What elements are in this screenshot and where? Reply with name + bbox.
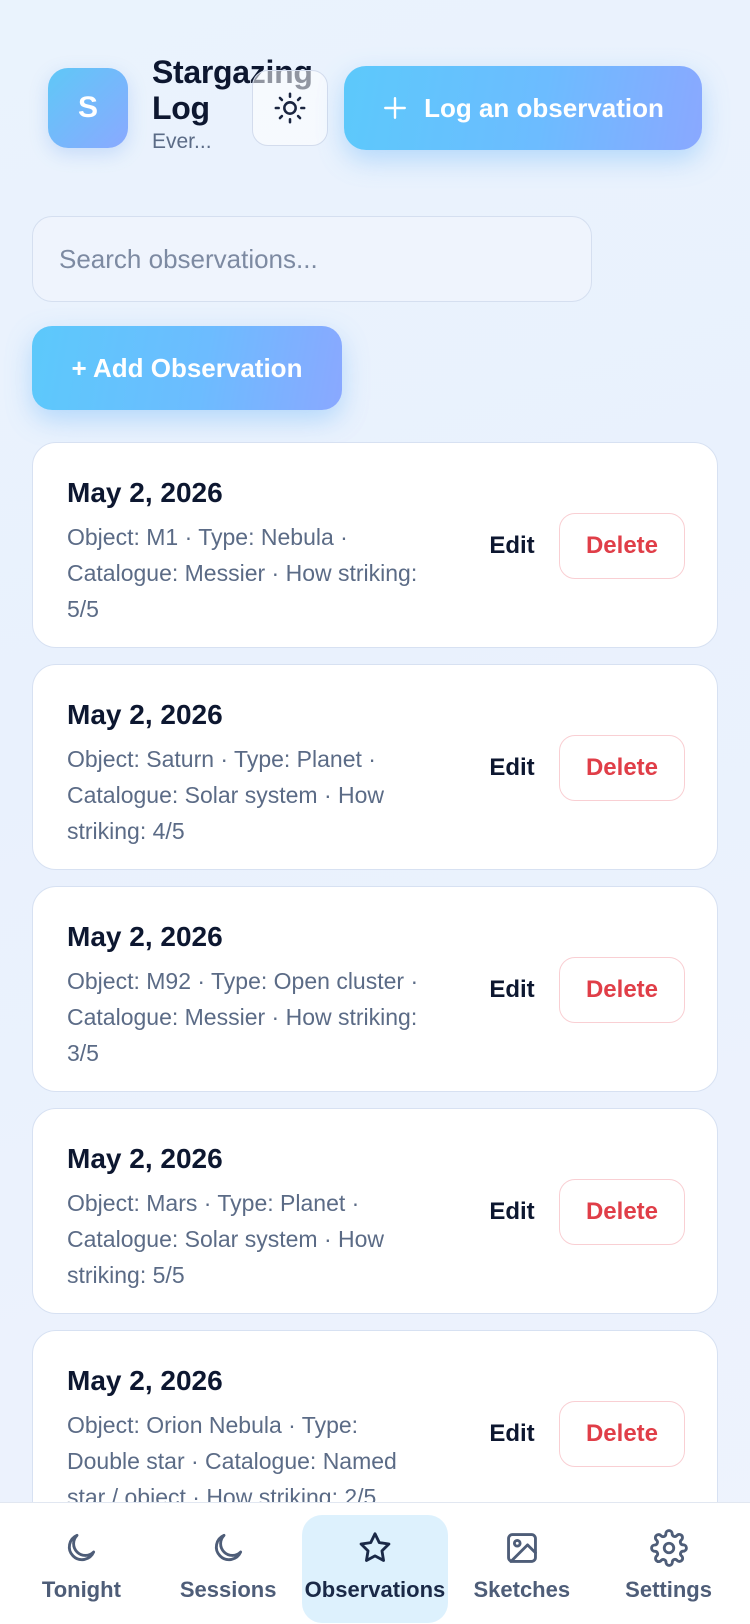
- observation-date: May 2, 2026: [67, 921, 223, 952]
- app-subtitle: Ever...: [152, 130, 212, 153]
- gear-icon: [649, 1529, 688, 1567]
- edit-button[interactable]: Edit: [473, 521, 551, 571]
- observation-details: Object: M1 · Type: Nebula · Catalogue: M…: [67, 524, 418, 622]
- observation-details: Object: Mars · Type: Planet · Catalogue:…: [67, 1190, 385, 1288]
- moon-icon: [215, 1533, 243, 1562]
- observation-details: Object: Orion Nebula · Type: Double star…: [67, 1412, 397, 1510]
- delete-button[interactable]: Delete: [559, 957, 685, 1023]
- search-input[interactable]: [32, 216, 592, 302]
- tab-sessions[interactable]: Sessions: [155, 1515, 301, 1623]
- bottom-tab-bar: Tonight Sessions Observations Sketches Setti…: [0, 1502, 750, 1624]
- avatar[interactable]: S: [48, 68, 128, 148]
- delete-button[interactable]: Delete: [559, 1401, 685, 1467]
- delete-button[interactable]: Delete: [559, 1179, 685, 1245]
- delete-button[interactable]: Delete: [559, 513, 685, 579]
- log-observation-label: Log an observation: [424, 92, 664, 123]
- tab-label: Tonight: [41, 1577, 121, 1602]
- edit-button[interactable]: Edit: [473, 1187, 551, 1237]
- observation-date: May 2, 2026: [67, 1143, 223, 1174]
- tab-label: Observations: [304, 1577, 446, 1602]
- log-observation-button[interactable]: Log an observation: [344, 66, 702, 150]
- observation-details: Object: Saturn · Type: Planet · Catalogu…: [67, 746, 385, 844]
- moon-icon: [68, 1533, 96, 1562]
- add-observation-button[interactable]: + Add Observation: [32, 326, 342, 410]
- edit-button[interactable]: Edit: [473, 965, 551, 1015]
- app-header: S Stargazing Log Ever... Log an observat…: [0, 0, 750, 190]
- observation-date: May 2, 2026: [67, 699, 223, 730]
- star-icon: [359, 1532, 391, 1562]
- tab-sketches[interactable]: Sketches: [449, 1515, 595, 1623]
- observation-list: May 2, 2026 Object: M1 · Type: Nebula · C…: [32, 442, 718, 1552]
- observation-card[interactable]: May 2, 2026 Object: Mars · Type: Planet ·…: [32, 1108, 718, 1314]
- edit-button[interactable]: Edit: [473, 1409, 551, 1459]
- tab-label: Settings: [625, 1577, 712, 1602]
- tab-settings[interactable]: Settings: [596, 1515, 742, 1623]
- observation-card[interactable]: May 2, 2026 Object: Saturn · Type: Planet…: [32, 664, 718, 870]
- tab-observations[interactable]: Observations: [301, 1515, 448, 1623]
- tab-label: Sketches: [473, 1577, 571, 1602]
- observation-date: May 2, 2026: [67, 477, 223, 508]
- observation-date: May 2, 2026: [67, 1365, 223, 1396]
- delete-button[interactable]: Delete: [559, 735, 685, 801]
- observation-details: Object: M92 · Type: Open cluster · Catal…: [67, 968, 419, 1066]
- observation-card[interactable]: May 2, 2026 Object: M1 · Type: Nebula · C…: [32, 442, 718, 648]
- theme-toggle-button[interactable]: [252, 70, 328, 146]
- image-icon: [506, 1533, 537, 1563]
- sun-icon: [274, 92, 306, 124]
- tab-tonight[interactable]: Tonight: [8, 1515, 154, 1623]
- tab-label: Sessions: [179, 1577, 277, 1602]
- observation-card[interactable]: May 2, 2026 Object: M92 · Type: Open clus…: [32, 886, 718, 1092]
- edit-button[interactable]: Edit: [473, 743, 551, 793]
- plus-icon: [384, 97, 407, 119]
